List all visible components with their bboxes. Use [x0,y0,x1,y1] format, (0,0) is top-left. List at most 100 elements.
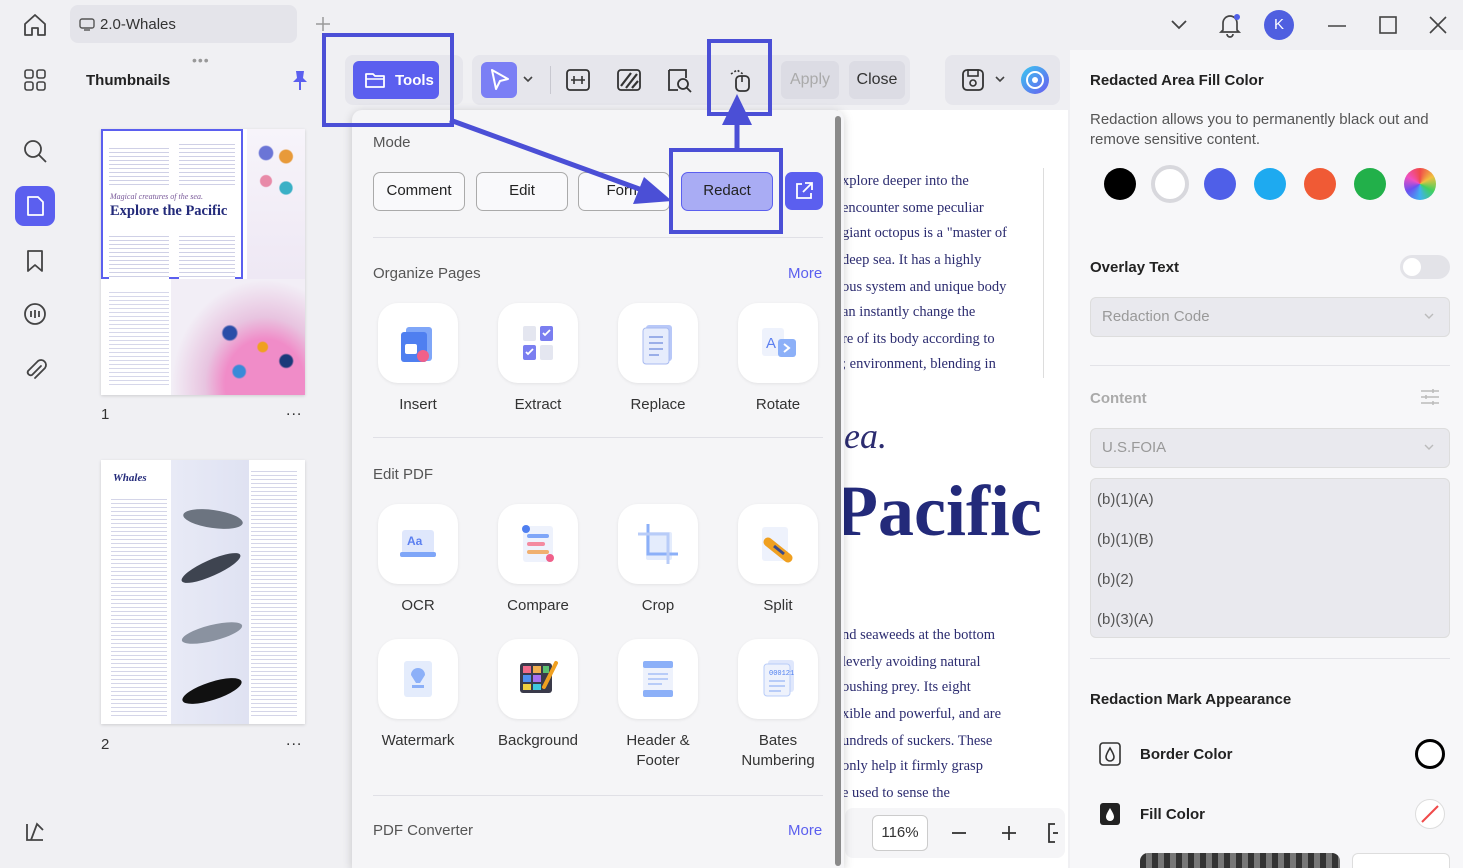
code-option[interactable]: (b)(1)(B) [1097,531,1154,548]
content-settings-icon[interactable] [1419,386,1441,408]
new-tab-icon[interactable] [313,14,333,34]
doc-line: deep sea. It has a highly [842,252,982,268]
swatch-blue[interactable] [1204,168,1236,200]
header-footer-tool[interactable]: Header & Footer [608,639,708,771]
swatch-white[interactable] [1151,165,1189,203]
chevron-down-icon[interactable] [1170,17,1188,31]
background-tool[interactable]: Background [488,639,588,751]
overlay-text-toggle[interactable] [1400,255,1450,279]
watermark-tool[interactable]: Watermark [368,639,468,751]
select-tool-button[interactable] [481,62,517,98]
doc-title: Pacific [838,471,1042,551]
apply-button[interactable]: Apply [781,61,839,99]
ai-assistant-icon[interactable] [1019,64,1051,96]
page-1-more-button[interactable]: ... [286,402,302,420]
fill-color-icon [1098,801,1122,827]
bates-numbering-label: Bates Numbering [741,732,815,769]
fit-page-icon[interactable] [1045,822,1059,844]
zoom-in-icon[interactable] [1000,824,1018,842]
user-avatar[interactable]: K [1264,10,1294,40]
divider [373,237,823,238]
content-standard-select[interactable]: U.S.FOIA [1090,428,1450,468]
compare-tool[interactable]: Compare [488,504,588,616]
swatch-cyan[interactable] [1254,168,1286,200]
swatch-green[interactable] [1354,168,1386,200]
bookmark-icon[interactable] [25,249,45,273]
doc-line: encounter some peculiar [842,200,984,216]
swatch-custom[interactable] [1404,168,1436,200]
code-option[interactable]: (b)(3)(A) [1097,611,1154,628]
grid-view-icon[interactable] [23,68,47,92]
pin-icon[interactable] [290,69,310,91]
mode-comment-button[interactable]: Comment [373,172,465,211]
background-icon [498,639,578,719]
insert-label: Insert [399,396,437,413]
border-color-icon [1098,741,1122,767]
doc-line: an instantly change the [842,304,976,320]
compare-label: Compare [507,597,569,614]
minimize-icon[interactable] [1327,24,1347,28]
thumbnail-2-heading: Whales [113,472,147,484]
comment-icon[interactable] [22,302,48,328]
converter-more-link[interactable]: More [788,822,822,839]
text-field-tool-icon[interactable] [560,62,596,98]
swatch-orange[interactable] [1304,168,1336,200]
swatch-black[interactable] [1104,168,1136,200]
rotate-tool[interactable]: A Rotate [728,303,828,415]
maximize-icon[interactable] [1379,16,1397,34]
layers-icon[interactable] [23,820,47,844]
replace-icon [618,303,698,383]
panel-drag-handle[interactable]: ••• [192,52,210,68]
fill-color-none-swatch[interactable] [1415,799,1445,829]
zoom-out-icon[interactable] [950,824,968,842]
insert-tool[interactable]: Insert [368,303,468,415]
watermark-icon [378,639,458,719]
opacity-input[interactable] [1352,853,1450,868]
page-thumbnail-2[interactable]: Whales [101,460,305,724]
ocr-tool[interactable]: Aa OCR [368,504,468,616]
close-button[interactable]: Close [849,61,905,99]
search-icon[interactable] [22,138,48,164]
replace-tool[interactable]: Replace [608,303,708,415]
thumbnail-1-subtitle: Magical creatures of the sea. [110,192,203,201]
code-option[interactable]: (b)(2) [1097,571,1134,588]
highlight-tools-button [322,33,454,127]
opacity-slider[interactable] [1140,853,1340,868]
border-color-label: Border Color [1140,746,1233,763]
fill-color-title: Redacted Area Fill Color [1090,72,1264,89]
redact-area-tool-icon[interactable] [611,62,647,98]
toolbar-divider [550,66,551,94]
mode-edit-button[interactable]: Edit [476,172,568,211]
split-tool[interactable]: Split [728,504,828,616]
attachment-icon[interactable] [24,358,48,384]
code-option[interactable]: (b)(1)(A) [1097,491,1154,508]
zoom-level[interactable]: 116% [872,815,928,851]
document-tab-title: 2.0-Whales [100,16,176,33]
page-thumbnail-1[interactable]: Magical creatures of the sea. Explore th… [101,129,305,395]
search-redact-tool-icon[interactable] [661,62,697,98]
compare-icon [498,504,578,584]
select-tool-dropdown-icon[interactable] [522,74,534,84]
save-icon[interactable] [961,68,985,92]
thumbnails-title: Thumbnails [86,72,171,89]
doc-line: e used to sense the [842,785,950,801]
dropdown-scrollbar[interactable] [835,116,841,866]
home-icon[interactable] [22,12,48,38]
mode-form-button[interactable]: Form [578,172,670,211]
bates-numbering-tool[interactable]: 000121 Bates Numbering [728,639,828,771]
save-dropdown-icon[interactable] [994,74,1006,84]
chevron-down-icon [1424,312,1434,320]
notification-bell-icon[interactable] [1218,12,1242,38]
organize-more-link[interactable]: More [788,265,822,282]
crop-tool[interactable]: Crop [608,504,708,616]
doc-line: undreds of suckers. These [842,733,993,749]
doc-line: giant octopus is a "master of [842,225,1007,241]
close-window-icon[interactable] [1429,16,1447,34]
section-divider [1090,658,1450,659]
extract-tool[interactable]: Extract [488,303,588,415]
open-external-button[interactable] [785,172,823,210]
redaction-code-select[interactable]: Redaction Code [1090,297,1450,337]
split-icon [738,504,818,584]
border-color-swatch[interactable] [1415,739,1445,769]
page-2-more-button[interactable]: ... [286,732,302,750]
